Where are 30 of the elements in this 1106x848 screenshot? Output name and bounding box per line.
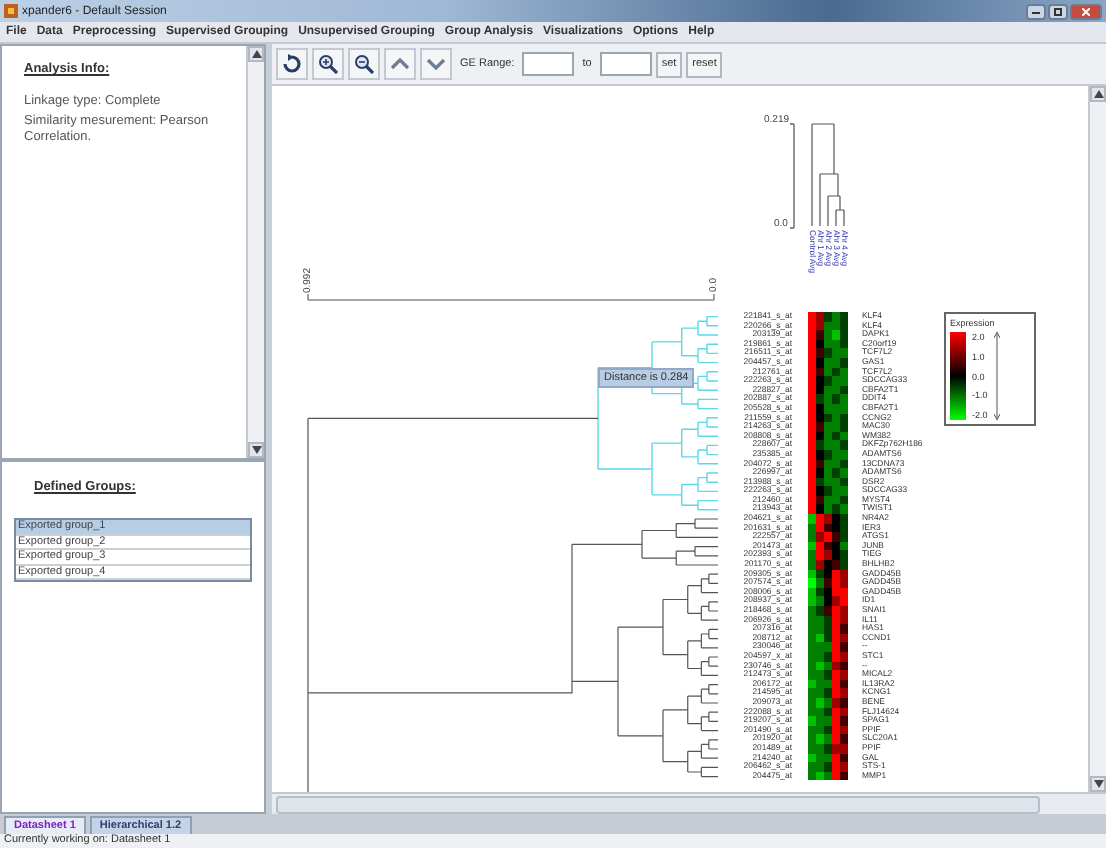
maximize-button[interactable] — [1048, 3, 1068, 19]
up-arrow-icon[interactable] — [1093, 90, 1103, 98]
range-from-field[interactable] — [522, 52, 575, 76]
close-icon — [1082, 7, 1090, 15]
chevron-down-button[interactable] — [420, 48, 452, 80]
down-arrow-icon[interactable] — [1093, 780, 1103, 788]
chevron-up-button[interactable] — [384, 48, 416, 80]
range-to-field[interactable] — [599, 52, 652, 76]
column-dendrogram-drawing — [811, 123, 845, 227]
minimize-icon — [1032, 9, 1040, 13]
zoom-out-icon — [354, 54, 374, 74]
scrollbar[interactable] — [1088, 86, 1106, 792]
zoom-in-button[interactable] — [312, 48, 344, 80]
zoom-in-icon — [318, 54, 338, 74]
refresh-icon — [282, 54, 302, 74]
zoom-out-button[interactable] — [348, 48, 380, 80]
range-arrow-icon — [993, 332, 1000, 420]
maximize-icon — [1054, 7, 1062, 15]
chevron-down-icon — [426, 58, 446, 70]
minimize-button[interactable] — [1026, 3, 1046, 19]
down-arrow-icon[interactable] — [251, 446, 261, 454]
scrollbar[interactable] — [272, 792, 1106, 814]
close-button[interactable] — [1070, 3, 1102, 19]
chevron-up-icon — [390, 58, 410, 70]
app-icon — [4, 4, 18, 18]
up-arrow-icon[interactable] — [251, 50, 261, 58]
scrollbar[interactable] — [246, 46, 264, 458]
column-scale-axis — [789, 123, 795, 229]
color-scale — [950, 332, 966, 420]
refresh-button[interactable] — [276, 48, 308, 80]
